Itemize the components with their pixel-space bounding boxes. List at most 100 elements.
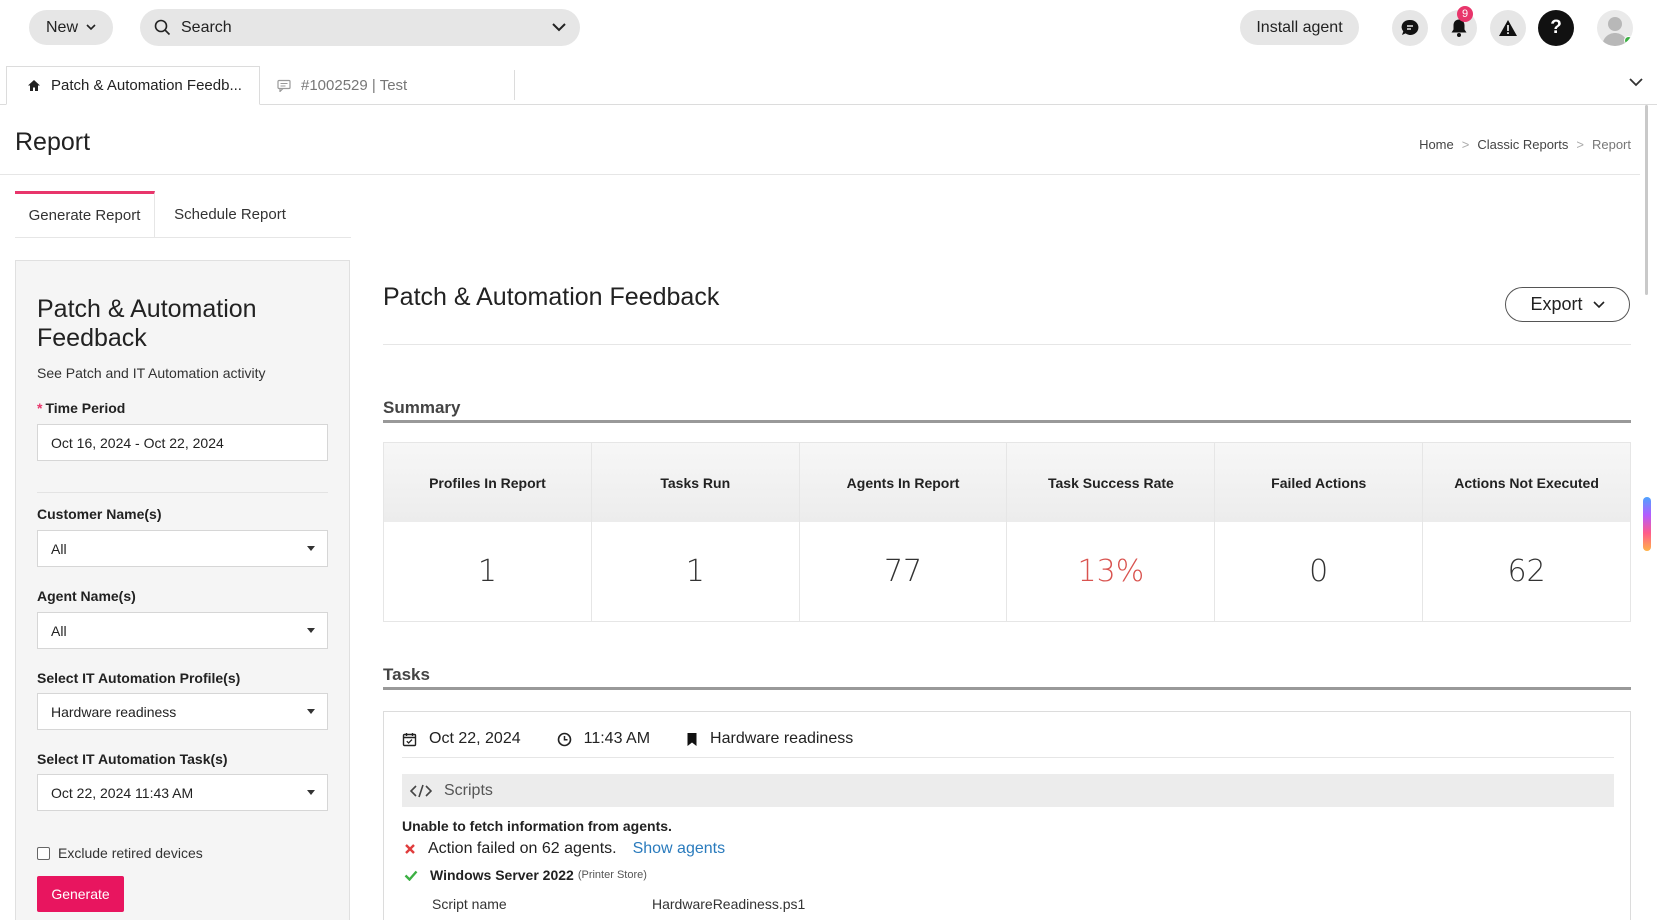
calendar-icon [402,732,417,746]
search-placeholder: Search [181,18,232,36]
summary-value: 1 [685,554,705,589]
summary-header: Tasks Run [591,443,799,522]
generate-button[interactable]: Generate [37,876,124,912]
script-detail-row: Script name HardwareReadiness.ps1 [432,896,805,912]
chat-button[interactable] [1392,10,1428,46]
alerts-button[interactable] [1490,10,1526,46]
summary-header: Agents In Report [799,443,1007,522]
task-meta: Oct 22, 2024 11:43 AM Hardware readiness [402,730,889,748]
checkbox-box[interactable] [37,846,50,860]
online-status-dot [1624,36,1633,45]
tab-patch-automation[interactable]: Patch & Automation Feedb... [6,66,260,105]
failure-line: Action failed on 62 agents. Show agents [404,840,725,858]
ticket-icon [277,79,291,92]
new-button[interactable]: New [29,10,113,45]
breadcrumb-current: Report [1591,137,1631,152]
tab-label: #1002529 | Test [301,76,408,94]
time-period-field[interactable]: Oct 16, 2024 - Oct 22, 2024 [37,424,328,461]
summary-value: 77 [883,554,923,589]
chevron-down-icon[interactable] [1629,78,1643,87]
panel-title: Patch & Automation Feedback [37,295,257,352]
failure-text: Action failed on 62 agents. [428,840,617,857]
agent-select[interactable]: All [37,612,328,649]
show-agents-link[interactable]: Show agents [633,840,726,858]
summary-header: Actions Not Executed [1423,443,1630,522]
summary-column: Profiles In Report 1 [384,443,592,621]
tab-schedule-report[interactable]: Schedule Report [160,191,300,237]
caret-down-icon [307,628,315,633]
export-label: Export [1530,294,1583,314]
agent-customer: (Printer Store) [577,869,647,881]
task-date: Oct 22, 2024 [402,730,521,748]
chevron-down-icon [1592,300,1605,308]
task-profile: Hardware readiness [686,730,853,748]
chevron-down-icon [86,24,96,31]
notification-count-badge: 9 [1457,6,1473,22]
detail-value: HardwareReadiness.ps1 [652,896,806,912]
breadcrumb-classic-reports[interactable]: Classic Reports [1477,137,1568,152]
breadcrumb-separator: > [1461,137,1470,152]
install-agent-button[interactable]: Install agent [1240,10,1359,45]
customer-label: Customer Name(s) [37,506,162,522]
task-select[interactable]: Oct 22, 2024 11:43 AM [37,774,328,811]
task-label: Select IT Automation Task(s) [37,751,228,767]
top-bar: New Search Install agent 9 ? [0,0,1657,56]
help-button[interactable]: ? [1538,10,1574,46]
chevron-down-icon[interactable] [552,23,566,32]
customer-select[interactable]: All [37,530,328,567]
caret-down-icon [307,546,315,551]
report-filters-panel: Patch & Automation Feedback See Patch an… [15,260,350,920]
exclude-retired-label: Exclude retired devices [58,845,203,861]
code-icon [410,784,432,797]
avatar[interactable] [1597,10,1633,46]
summary-value: 13% [1077,554,1145,589]
detail-key: Script name [432,896,507,912]
tab-generate-report[interactable]: Generate Report [15,191,155,237]
divider [383,344,1631,345]
divider [0,174,1640,175]
panel-subtitle: See Patch and IT Automation activity [37,365,266,381]
divider [15,237,351,238]
search-bar[interactable]: Search [140,9,580,46]
success-line: Windows Server 2022 (Printer Store) [404,867,647,883]
clock-icon [557,732,571,746]
bookmark-icon [687,732,697,746]
summary-header: Task Success Rate [1007,443,1215,522]
tab-ticket[interactable]: #1002529 | Test [275,70,515,100]
exclude-retired-checkbox[interactable]: Exclude retired devices [37,845,203,861]
task-time: 11:43 AM [557,730,650,748]
summary-header: Failed Actions [1215,443,1423,522]
home-icon [28,80,40,91]
time-period-label: * Time Period [37,400,126,416]
scripts-label: Scripts [444,781,493,799]
export-button[interactable]: Export [1505,287,1630,322]
breadcrumb-separator: > [1576,137,1584,152]
task-select-value: Oct 22, 2024 11:43 AM [51,784,194,801]
chat-icon [1401,19,1419,35]
agent-select-value: All [51,622,67,639]
required-marker: * [37,400,43,416]
divider [402,757,1614,758]
breadcrumb-home[interactable]: Home [1419,137,1454,152]
page-title: Report [15,128,91,156]
profile-label: Select IT Automation Profile(s) [37,670,241,686]
summary-value: 62 [1507,554,1546,589]
scrollbar[interactable] [1645,105,1648,295]
summary-column: Agents In Report 77 [799,443,1008,621]
tab-label: Patch & Automation Feedb... [51,77,242,94]
summary-column: Task Success Rate 13% [1007,443,1216,621]
tasks-heading: Tasks [383,665,1631,690]
task-card: Oct 22, 2024 11:43 AM Hardware readiness… [383,711,1631,920]
summary-heading: Summary [383,398,1631,423]
open-tabs-bar: Patch & Automation Feedb... #1002529 | T… [0,66,1657,105]
report-title: Patch & Automation Feedback [383,283,720,311]
summary-column: Failed Actions 0 [1215,443,1424,621]
scripts-section-header[interactable]: Scripts [402,774,1614,807]
profile-select[interactable]: Hardware readiness [37,693,328,730]
caret-down-icon [307,709,315,714]
assistant-handle[interactable] [1643,497,1651,551]
summary-table: Profiles In Report 1 Tasks Run 1 Agents … [383,442,1631,622]
error-message: Unable to fetch information from agents. [402,818,672,834]
summary-header: Profiles In Report [384,443,591,522]
x-mark-icon [405,844,415,854]
